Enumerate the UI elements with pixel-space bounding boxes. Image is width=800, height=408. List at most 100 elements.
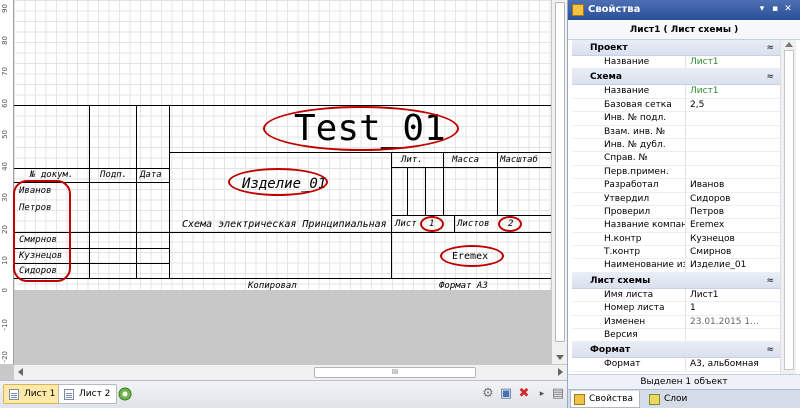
- property-value[interactable]: Изделие_01: [686, 259, 780, 271]
- pin-icon[interactable]: ▤: [550, 386, 566, 402]
- property-value[interactable]: Иванов: [686, 179, 780, 191]
- collapse-icon[interactable]: ≈: [766, 342, 774, 358]
- property-value[interactable]: Петров: [686, 206, 780, 218]
- fit-page-icon[interactable]: ▣: [498, 386, 514, 402]
- property-row[interactable]: Инв. № подл.: [572, 112, 780, 126]
- property-value[interactable]: [686, 126, 780, 138]
- property-row[interactable]: Перв.примен.: [572, 165, 780, 180]
- property-value[interactable]: Сидоров: [686, 193, 780, 205]
- tb-line: [425, 167, 426, 215]
- scroll-right-icon[interactable]: [558, 368, 563, 376]
- pin-icon[interactable]: ▪: [769, 3, 781, 16]
- ruler-label: 50: [1, 130, 9, 139]
- property-row[interactable]: Инв. № дубл.: [572, 138, 780, 153]
- property-row[interactable]: Изменен 23.01.2015 1...: [572, 315, 780, 330]
- property-row[interactable]: Разработал Иванов: [572, 179, 780, 193]
- tab-sheet-1[interactable]: Лист 1: [3, 384, 63, 404]
- property-value[interactable]: [686, 112, 780, 124]
- property-row[interactable]: Наименование изделияИзделие_01: [572, 259, 780, 273]
- property-value[interactable]: Кузнецов: [686, 233, 780, 245]
- dropdown-icon[interactable]: ▾: [756, 3, 768, 16]
- property-value[interactable]: 2,5: [686, 99, 780, 111]
- property-category[interactable]: Формат ≈: [572, 342, 780, 359]
- vertical-ruler: 90 80 70 60 50 40 30 20 10 0 -10 -20: [0, 0, 14, 364]
- property-row[interactable]: Справ. №: [572, 152, 780, 166]
- property-row[interactable]: Имя листа Лист1: [572, 288, 780, 303]
- property-key: Название компании: [572, 219, 686, 232]
- tb-line: [89, 105, 90, 278]
- add-sheet-button[interactable]: [116, 385, 134, 403]
- property-value[interactable]: [686, 329, 780, 341]
- properties-icon: [574, 394, 585, 405]
- ruler-label: 0: [1, 287, 9, 292]
- tb-line: [169, 105, 170, 278]
- property-row[interactable]: Название Лист1: [572, 85, 780, 99]
- property-value[interactable]: А3, альбомная: [686, 358, 780, 370]
- collapse-icon[interactable]: ≈: [766, 69, 774, 85]
- property-row[interactable]: Версия: [572, 329, 780, 343]
- property-value[interactable]: Лист1: [686, 56, 780, 68]
- property-key: Проверил: [572, 205, 686, 219]
- property-value[interactable]: Лист1: [686, 85, 780, 97]
- panel-tab-bar: Свойства Слои: [568, 389, 800, 408]
- property-row[interactable]: Номер листа 1: [572, 302, 780, 316]
- scroll-left-icon[interactable]: [18, 368, 23, 376]
- horizontal-scrollbar[interactable]: III: [14, 364, 567, 380]
- property-grid[interactable]: Проект ≈ Название Лист1 Схема ≈ Название Лист1 Б…: [572, 40, 780, 374]
- property-row[interactable]: Название Лист1: [572, 56, 780, 70]
- property-scrollbar[interactable]: [780, 40, 796, 374]
- copied-label: Копировал: [248, 281, 297, 291]
- property-row[interactable]: Н.контр Кузнецов: [572, 232, 780, 247]
- property-key: Н.контр: [572, 232, 686, 246]
- collapse-icon[interactable]: ≈: [766, 40, 774, 56]
- drawing-canvas[interactable]: 90 80 70 60 50 40 30 20 10 0 -10 -20 № д…: [0, 0, 567, 380]
- tab-properties[interactable]: Свойства: [570, 391, 640, 408]
- close-icon[interactable]: ✕: [782, 3, 794, 16]
- ruler-label: 60: [1, 98, 9, 108]
- property-category[interactable]: Лист схемы ≈: [572, 272, 780, 289]
- tab-label: Лист 1: [24, 389, 56, 399]
- scroll-down-icon[interactable]: [556, 355, 564, 360]
- close-icon[interactable]: ✖: [516, 386, 532, 402]
- chevron-right-icon[interactable]: ▸: [534, 386, 550, 402]
- app-window: 90 80 70 60 50 40 30 20 10 0 -10 -20 № д…: [0, 0, 800, 408]
- horizontal-scroll-thumb[interactable]: III: [314, 367, 476, 378]
- property-value[interactable]: 1: [686, 302, 780, 314]
- tb-line: [14, 278, 551, 279]
- property-value[interactable]: Лист1: [686, 289, 780, 301]
- scroll-up-icon[interactable]: [785, 42, 793, 47]
- gear-icon[interactable]: ⚙: [480, 386, 496, 402]
- collapse-icon[interactable]: ≈: [766, 273, 774, 289]
- property-row[interactable]: Формат А3, альбомная: [572, 358, 780, 372]
- property-value[interactable]: [686, 139, 780, 151]
- property-key: Инв. № дубл.: [572, 138, 686, 152]
- property-category[interactable]: Схема ≈: [572, 69, 780, 86]
- property-scroll-thumb[interactable]: [784, 50, 794, 370]
- property-key: Изменен: [572, 315, 686, 329]
- tab-layers[interactable]: Слои: [646, 391, 693, 408]
- property-key: Название: [572, 85, 686, 98]
- property-row[interactable]: Базовая сетка 2,5: [572, 98, 780, 113]
- vertical-scroll-thumb[interactable]: [555, 2, 565, 342]
- property-category[interactable]: Проект ≈: [572, 40, 780, 56]
- property-value[interactable]: [686, 166, 780, 178]
- ruler-label: -20: [1, 350, 9, 362]
- tab-sheet-2[interactable]: Лист 2: [58, 384, 118, 404]
- property-key: Имя листа: [572, 288, 686, 302]
- property-key: Разработал: [572, 179, 686, 192]
- property-key: Взам. инв. №: [572, 125, 686, 138]
- property-value[interactable]: Eremex: [686, 219, 780, 231]
- ruler-label: 90: [1, 4, 9, 13]
- property-row[interactable]: Утвердил Сидоров: [572, 192, 780, 206]
- vertical-scrollbar[interactable]: [551, 0, 567, 364]
- tab-label: Свойства: [589, 394, 633, 404]
- property-value[interactable]: [686, 152, 780, 164]
- schematic-sheet[interactable]: № докум. Подп. Дата Иванов Петров Смирно…: [13, 0, 551, 291]
- property-value[interactable]: Смирнов: [686, 246, 780, 258]
- property-row[interactable]: Проверил Петров: [572, 205, 780, 220]
- property-value[interactable]: 23.01.2015 1...: [686, 316, 780, 328]
- property-row[interactable]: Название компанииEremex: [572, 219, 780, 233]
- property-row[interactable]: Взам. инв. №: [572, 125, 780, 139]
- property-row[interactable]: Т.контр Смирнов: [572, 246, 780, 260]
- tb-line: [169, 232, 551, 233]
